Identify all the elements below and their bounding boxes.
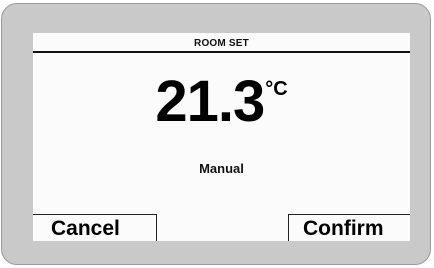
- lcd-screen: ROOM SET 21.3°C Manual Cancel Confirm: [33, 33, 410, 241]
- mode-label: Manual: [199, 161, 244, 176]
- confirm-button[interactable]: Confirm: [288, 214, 410, 241]
- temperature-value: 21.3: [155, 69, 265, 134]
- thermostat-device: ROOM SET 21.3°C Manual Cancel Confirm: [0, 0, 434, 268]
- cancel-button[interactable]: Cancel: [33, 214, 157, 241]
- temperature-display: 21.3°C: [33, 71, 410, 133]
- temperature-unit: °C: [265, 78, 288, 100]
- screen-header: ROOM SET: [33, 33, 410, 53]
- header-title: ROOM SET: [194, 38, 249, 49]
